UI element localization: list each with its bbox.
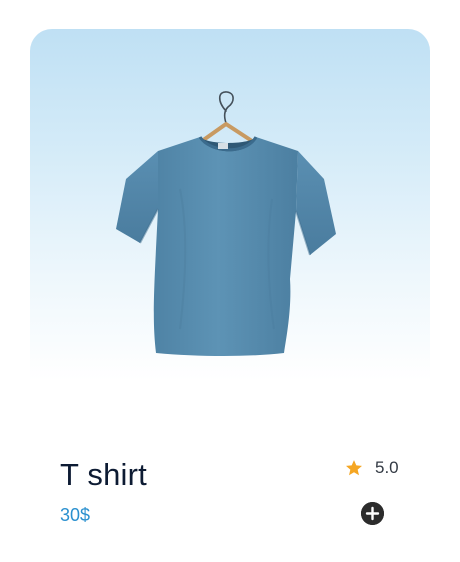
product-rating: 5.0 xyxy=(344,456,399,480)
star-icon xyxy=(344,458,364,478)
rating-value: 5.0 xyxy=(375,458,399,477)
plus-circle-icon xyxy=(361,502,384,525)
add-to-cart-button[interactable] xyxy=(361,502,384,525)
product-card[interactable]: T shirt 30$ 5.0 xyxy=(0,0,460,562)
product-image-panel[interactable] xyxy=(30,29,430,429)
product-title: T shirt xyxy=(60,457,147,492)
product-price: 30$ xyxy=(60,505,91,525)
t-shirt-image xyxy=(116,91,336,356)
